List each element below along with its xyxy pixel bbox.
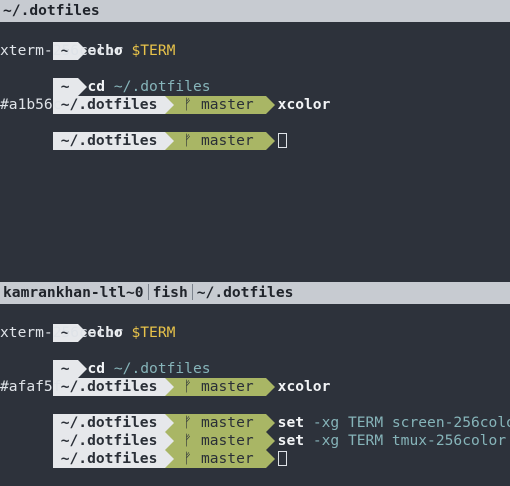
prompt-git-segment: ᚠ master [165, 132, 275, 150]
top-pane-title: ~/.dotfiles [3, 2, 100, 19]
git-branch-icon: ᚠ [183, 132, 193, 149]
top-terminal-output[interactable]: ~ echo $TERM xterm-256color ~ cd ~/.dotfil… [0, 22, 510, 150]
git-branch-icon: ᚠ [183, 450, 193, 467]
terminal-line-active[interactable]: ~/.dotfiles ᚠ master [0, 114, 510, 150]
terminal-line: ~ echo $TERM [0, 24, 510, 60]
bottom-pane-titlebar: kamrankhan-ltl~0 fish ~/.dotfiles [0, 282, 510, 304]
command-output: xterm-256color [0, 42, 124, 59]
terminal-line: ~/.dotfiles ᚠ master xcolor [0, 78, 510, 114]
bottom-terminal-pane[interactable]: kamrankhan-ltl~0 fish ~/.dotfiles ~ echo $T… [0, 282, 510, 468]
top-pane-titlebar: ~/.dotfiles [0, 0, 510, 22]
session-name: kamrankhan-ltl~0 [3, 284, 144, 301]
git-branch-name: master [200, 450, 254, 467]
terminal-line: ~ cd ~/.dotfiles [0, 60, 510, 96]
block-cursor [277, 133, 287, 148]
terminal-line: ~/.dotfiles ᚠ master set -xg TERM screen-2… [0, 396, 510, 432]
command-output: #a1b56c [0, 96, 62, 113]
title-separator [191, 284, 193, 300]
terminal-line-active[interactable]: ~/.dotfiles ᚠ master [0, 432, 510, 468]
terminal-line: ~/.dotfiles ᚠ master set -xg TERM tmux-256… [0, 414, 510, 450]
pane-path: ~/.dotfiles [196, 284, 294, 301]
shell-name: fish [152, 284, 188, 301]
bottom-terminal-output[interactable]: ~ echo $TERM xterm-256color ~ cd ~/.dotfil… [0, 304, 510, 468]
command-output: xterm-256color [0, 324, 124, 341]
block-cursor [277, 451, 287, 466]
terminal-line: ~ cd ~/.dotfiles [0, 342, 510, 378]
terminal-line: ~ echo $TERM [0, 306, 510, 342]
title-separator [147, 284, 149, 300]
prompt-path-segment: ~/.dotfiles [52, 132, 175, 150]
command-output: #afaf5f [0, 378, 62, 395]
terminal-line: ~/.dotfiles ᚠ master xcolor [0, 360, 510, 396]
prompt-path-segment: ~/.dotfiles [52, 450, 175, 468]
top-terminal-pane[interactable]: ~/.dotfiles ~ echo $TERM xterm-256color ~… [0, 0, 510, 280]
prompt-git-segment: ᚠ master [165, 450, 275, 468]
git-branch-name: master [200, 132, 254, 149]
